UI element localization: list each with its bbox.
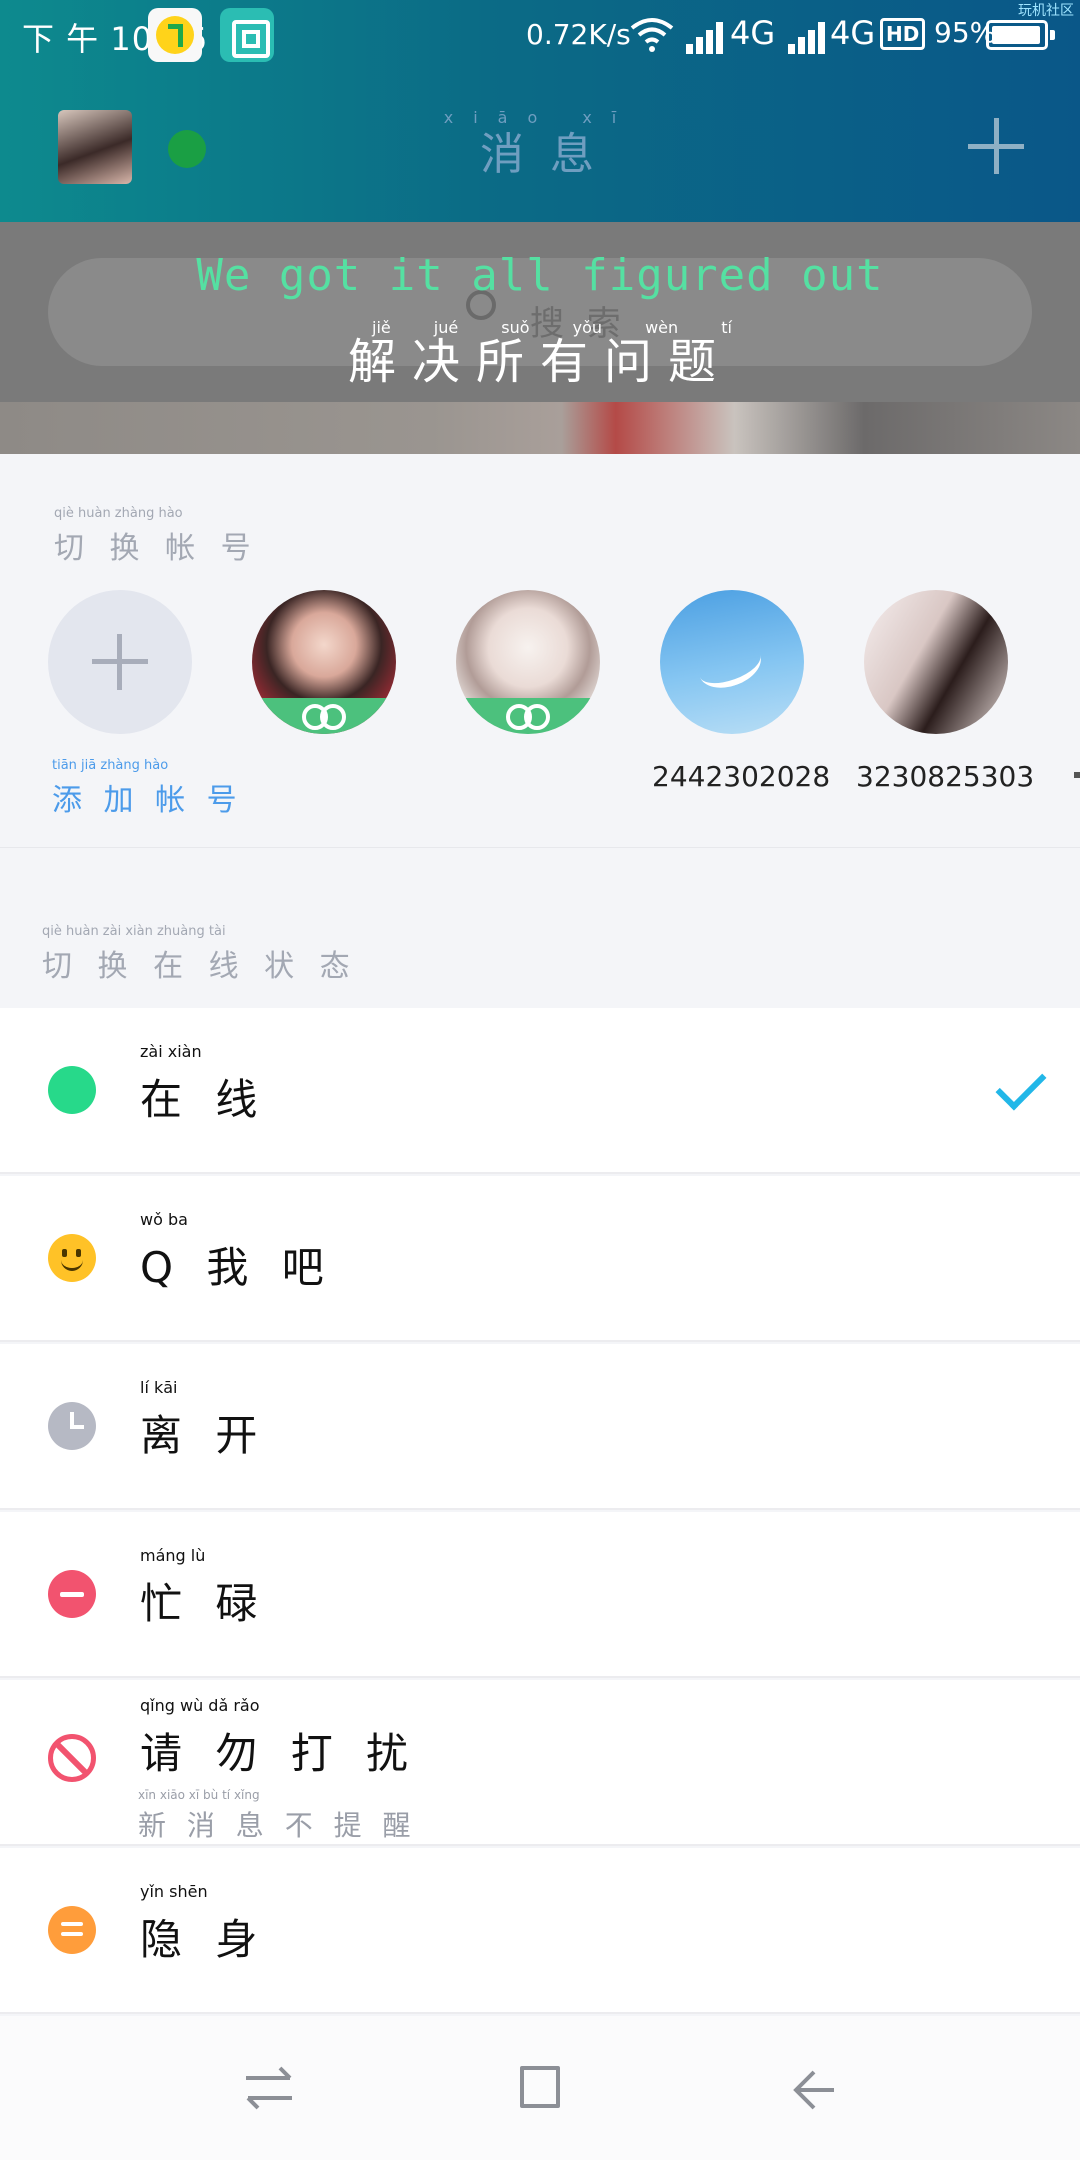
switch-account-title: qiè huàn zhàng hào 切 换 帐 号 bbox=[54, 506, 259, 566]
minus-icon bbox=[48, 1570, 96, 1618]
hd-badge: HD bbox=[880, 18, 926, 50]
switch-status-title: qiè huàn zài xiàn zhuàng tài 切 换 在 线 状 态 bbox=[42, 924, 358, 984]
checkmark-icon bbox=[995, 1059, 1047, 1111]
account-avatar-4[interactable] bbox=[864, 590, 1008, 734]
linked-account-badge bbox=[456, 698, 600, 734]
account-number-4: 3230825303 bbox=[856, 760, 1035, 793]
status-label: Q 我 吧 bbox=[140, 1243, 334, 1292]
status-label: 离 开 bbox=[140, 1411, 268, 1460]
online-dot-icon bbox=[48, 1066, 96, 1114]
back-icon[interactable] bbox=[792, 2070, 834, 2110]
lyric-english: We got it all figured out bbox=[196, 250, 884, 301]
add-icon[interactable] bbox=[968, 118, 1024, 174]
more-accounts-indicator bbox=[1074, 772, 1080, 778]
add-account-button[interactable] bbox=[48, 590, 192, 734]
linked-account-badge bbox=[252, 698, 396, 734]
page-title: xiāo xī 消 息 bbox=[440, 108, 640, 182]
signal-icon-2 bbox=[788, 18, 834, 54]
infinity-icon bbox=[302, 704, 346, 730]
status-row-invisible[interactable]: yǐn shēn 隐 身 bbox=[0, 1848, 1080, 2014]
infinity-icon bbox=[506, 704, 550, 730]
switch-apps-icon[interactable] bbox=[244, 2066, 294, 2110]
status-label: 忙 碌 bbox=[140, 1579, 268, 1628]
status-row-dnd[interactable]: qǐng wù dǎ rǎo 请 勿 打 扰 xīn xiāo xī bù tí … bbox=[0, 1680, 1080, 1846]
signal-icon-1 bbox=[686, 18, 732, 54]
background-photo bbox=[0, 402, 1080, 454]
status-label: 请 勿 打 扰 bbox=[140, 1729, 419, 1778]
network-type-1: 4G bbox=[730, 14, 776, 52]
status-row-away[interactable]: lí kāi 离 开 bbox=[0, 1344, 1080, 1510]
account-avatar-3[interactable] bbox=[660, 590, 804, 734]
music-app-icon bbox=[148, 8, 202, 62]
account-avatar-1[interactable] bbox=[252, 590, 396, 734]
status-label: 隐 身 bbox=[140, 1915, 268, 1964]
user-avatar[interactable] bbox=[58, 110, 132, 184]
add-account-label[interactable]: tiān jiā zhàng hào 添 加 帐 号 bbox=[52, 758, 243, 819]
online-status-dot[interactable] bbox=[168, 130, 206, 168]
account-number-3: 2442302028 bbox=[652, 760, 831, 793]
status-sublabel: 新 消 息 不 提 醒 bbox=[138, 1809, 417, 1842]
clock-icon bbox=[48, 1402, 96, 1450]
status-row-qme[interactable]: wǒ ba Q 我 吧 bbox=[0, 1176, 1080, 1342]
status-row-busy[interactable]: máng lù 忙 碌 bbox=[0, 1512, 1080, 1678]
page-title-pinyin: xiāo xī bbox=[443, 108, 637, 127]
status-row-online[interactable]: zài xiàn 在 线 bbox=[0, 1008, 1080, 1174]
account-avatar-2[interactable] bbox=[456, 590, 600, 734]
lyric-chinese: 解决所有问题 bbox=[347, 334, 732, 390]
corner-watermark: 玩机社区 bbox=[1018, 3, 1074, 19]
screenshot-app-icon bbox=[220, 8, 274, 62]
network-speed: 0.72K/s bbox=[526, 18, 631, 51]
equal-icon bbox=[48, 1906, 96, 1954]
wifi-icon bbox=[630, 18, 674, 52]
status-label: 在 线 bbox=[140, 1075, 268, 1124]
network-type-2: 4G bbox=[830, 14, 876, 52]
forbidden-icon bbox=[48, 1734, 96, 1782]
battery-icon bbox=[986, 20, 1055, 50]
home-icon[interactable] bbox=[520, 2066, 560, 2108]
status-bar: 下 午 10:06 0.72K/s 4G 4G HD 95% 玩机社区 bbox=[0, 0, 1080, 76]
smile-icon bbox=[48, 1234, 96, 1282]
